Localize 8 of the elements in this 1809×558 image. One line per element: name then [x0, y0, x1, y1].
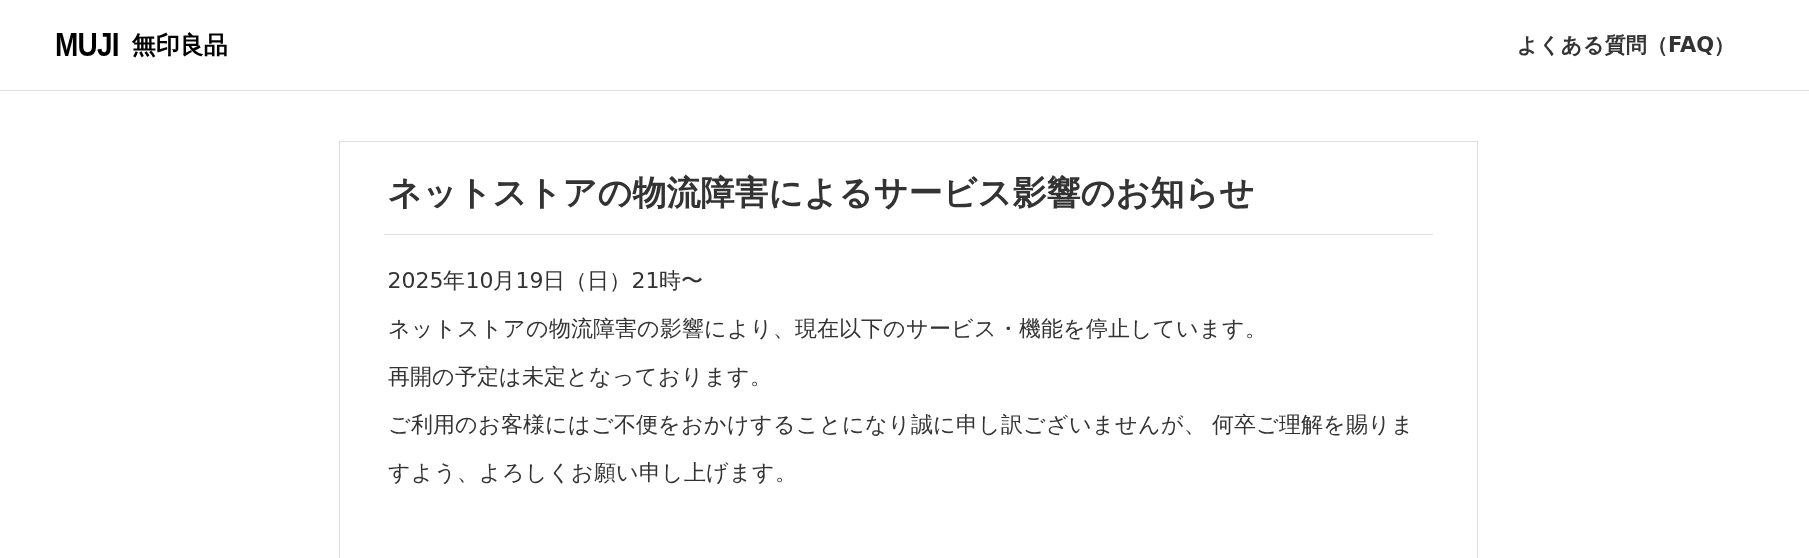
notice-paragraph: ご利用のお客様にはご不便をおかけすることになり誠に申し訳ございませんが、 何卒ご理解を賜りますよう、よろしくお願い申し上げます。: [387, 411, 1416, 487]
logo-wordmark[interactable]: MUJI: [55, 26, 119, 64]
notice-title: ネットストアの物流障害によるサービス影響のお知らせ: [383, 170, 1433, 235]
notice-paragraph: 2025年10月19日（日）21時〜: [387, 267, 705, 295]
notice-paragraph: 再開の予定は未定となっております。: [387, 363, 773, 391]
faq-link[interactable]: よくある質問（FAQ）: [1516, 31, 1735, 59]
notice-paragraph: ネットストアの物流障害の影響により、現在以下のサービス・機能を停止しています。: [387, 315, 1268, 343]
logo-japanese[interactable]: 無印良品: [131, 29, 228, 61]
